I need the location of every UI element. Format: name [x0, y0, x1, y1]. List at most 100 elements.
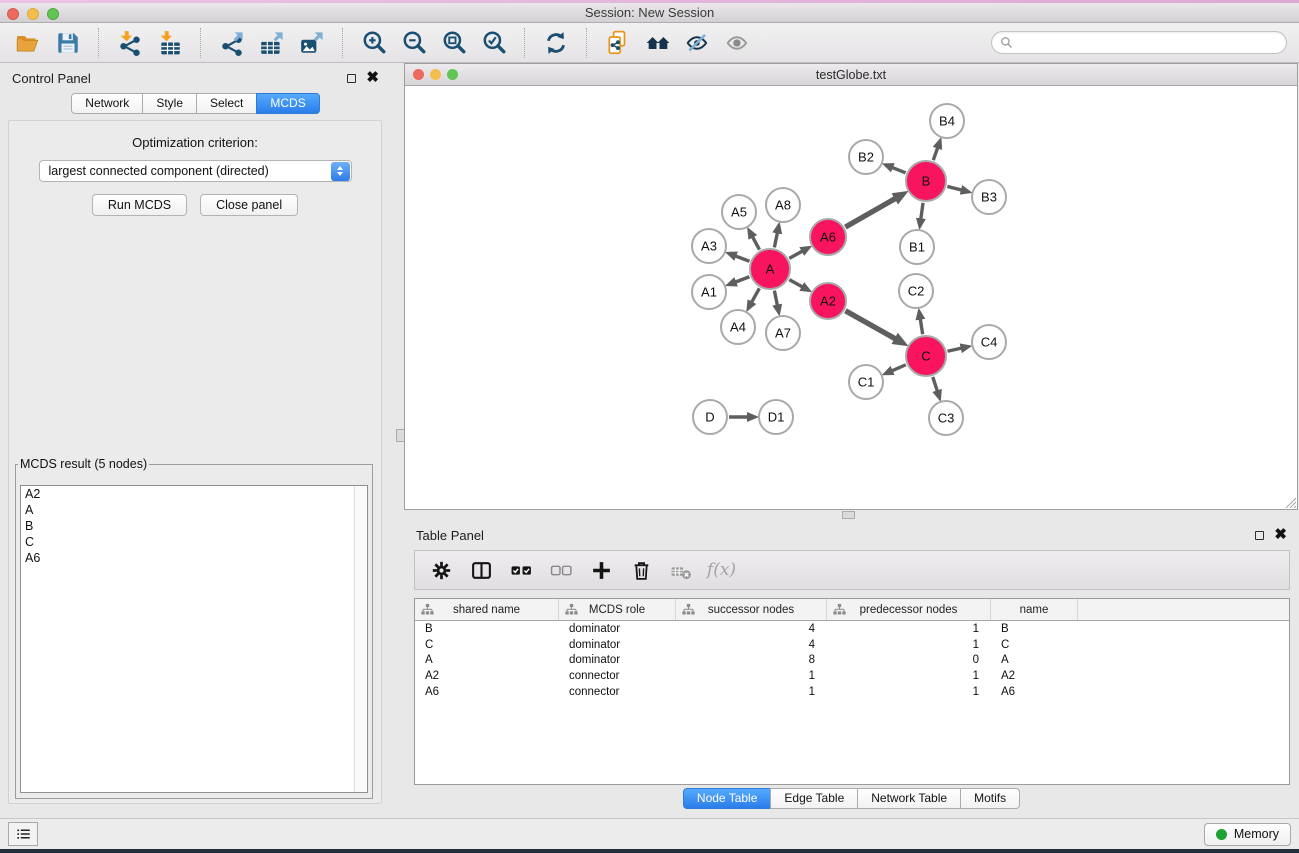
table-row[interactable]: Cdominator41C [415, 637, 1289, 653]
close-panel-button[interactable]: Close panel [200, 194, 298, 216]
edge-B-B1[interactable] [921, 203, 923, 220]
zoom-out-button[interactable] [396, 27, 431, 59]
mcds-result-item[interactable]: B [21, 518, 367, 534]
save-session-button[interactable] [50, 27, 85, 59]
memory-status-icon [1216, 829, 1227, 840]
clone-network-button[interactable] [600, 27, 635, 59]
node-label-B2: B2 [858, 150, 874, 165]
cell: 1 [827, 670, 991, 682]
edge-C-C1[interactable] [891, 365, 906, 372]
column-layout-button[interactable] [463, 553, 500, 587]
optimization-criterion-select[interactable]: largest connected component (directed) [39, 160, 352, 182]
tab-style[interactable]: Style [142, 93, 197, 114]
tab-mcds[interactable]: MCDS [256, 93, 319, 114]
float-table-panel-icon[interactable] [1255, 531, 1264, 540]
delete-table-icon [670, 559, 693, 582]
refresh-network-button[interactable] [538, 27, 573, 59]
control-panel-header: Control Panel ✖ [0, 63, 391, 93]
import-table-button[interactable] [152, 27, 187, 59]
memory-button[interactable]: Memory [1204, 823, 1291, 846]
tab-select[interactable]: Select [196, 93, 257, 114]
network-canvas[interactable]: B4B2BB3A5A8A6A3B1AA1C2A2A4A7C4CC1C3DD1 [405, 87, 1297, 509]
edge-B-B4[interactable] [933, 146, 938, 160]
edge-A2-C[interactable] [845, 311, 896, 340]
edge-A-A6[interactable] [789, 251, 803, 259]
edge-A-A4[interactable] [751, 288, 759, 303]
deselect-all-button[interactable] [543, 553, 580, 587]
edge-C-C4[interactable] [947, 348, 962, 351]
zoom-in-button[interactable] [356, 27, 391, 59]
settings-gear-button[interactable] [423, 553, 460, 587]
task-history-button[interactable] [8, 822, 38, 846]
table-row[interactable]: A2connector11A2 [415, 668, 1289, 684]
cell: A2 [415, 670, 559, 682]
search-input[interactable] [1018, 35, 1278, 51]
tab-node-table[interactable]: Node Table [683, 788, 772, 809]
edge-A-A1[interactable] [734, 277, 749, 283]
toolbar-buttons [10, 27, 991, 59]
memory-label: Memory [1234, 827, 1279, 841]
column-header-shared-name[interactable]: shared name [415, 599, 559, 620]
edge-A-A8[interactable] [774, 231, 777, 247]
close-panel-icon[interactable]: ✖ [366, 73, 379, 83]
float-panel-icon[interactable] [347, 74, 356, 83]
function-builder-button[interactable]: f(x) [703, 553, 740, 587]
mcds-result-item[interactable]: A2 [21, 486, 367, 502]
edge-A-A5[interactable] [752, 236, 760, 250]
column-header-successor-nodes[interactable]: successor nodes [676, 599, 827, 620]
column-header-predecessor-nodes[interactable]: predecessor nodes [827, 599, 991, 620]
export-table-button[interactable] [254, 27, 289, 59]
tab-motifs[interactable]: Motifs [960, 788, 1020, 809]
table-row[interactable]: Adominator80A [415, 653, 1289, 669]
tab-edge-table[interactable]: Edge Table [770, 788, 858, 809]
select-all-button[interactable] [503, 553, 540, 587]
delete-column-button[interactable] [623, 553, 660, 587]
zoom-selected-button[interactable] [476, 27, 511, 59]
table-tabs: Node TableEdge TableNetwork TableMotifs [404, 788, 1299, 809]
result-scrollbar[interactable] [354, 486, 367, 792]
run-mcds-button[interactable]: Run MCDS [92, 194, 187, 216]
node-label-C: C [921, 349, 930, 364]
column-header-name[interactable]: name [991, 599, 1078, 620]
export-network-button[interactable] [214, 27, 249, 59]
add-column-button[interactable] [583, 553, 620, 587]
table-row[interactable]: A6connector11A6 [415, 684, 1289, 700]
hide-details-button[interactable] [680, 27, 715, 59]
double-home-button[interactable] [640, 27, 675, 59]
table-body: Bdominator41BCdominator41CAdominator80AA… [415, 621, 1289, 700]
open-session-button[interactable] [10, 27, 45, 59]
delete-table-button[interactable] [663, 553, 700, 587]
edge-A-A2[interactable] [789, 280, 803, 288]
mcds-result-title: MCDS result (5 nodes) [20, 457, 147, 471]
import-network-button[interactable] [112, 27, 147, 59]
import-table-icon [157, 30, 183, 56]
show-details-button[interactable] [720, 27, 755, 59]
tab-network-table[interactable]: Network Table [857, 788, 961, 809]
edge-B-B2[interactable] [891, 167, 906, 173]
mcds-result-item[interactable]: C [21, 534, 367, 550]
cell: connector [559, 670, 676, 682]
close-table-panel-icon[interactable]: ✖ [1274, 530, 1287, 540]
edge-C-C2[interactable] [920, 318, 923, 335]
open-session-icon [15, 30, 41, 56]
export-image-button[interactable] [294, 27, 329, 59]
tab-network[interactable]: Network [71, 93, 143, 114]
node-label-A5: A5 [731, 205, 747, 220]
edge-A6-B[interactable] [845, 198, 896, 227]
edge-C-C3[interactable] [933, 377, 938, 392]
mcds-result-item[interactable]: A6 [21, 550, 367, 566]
edge-A-A7[interactable] [774, 291, 777, 307]
edge-B-B3[interactable] [947, 186, 963, 190]
desktop-wallpaper-bottom [0, 849, 1299, 853]
mcds-result-item[interactable]: A [21, 502, 367, 518]
horizontal-split-handle[interactable] [842, 511, 855, 519]
resize-grip-icon[interactable] [1283, 495, 1296, 508]
zoom-in-icon [361, 30, 387, 56]
edge-A-A3[interactable] [734, 256, 749, 262]
table-row[interactable]: Bdominator41B [415, 621, 1289, 637]
zoom-fit-button[interactable] [436, 27, 471, 59]
delete-column-icon [630, 559, 653, 582]
control-panel-title: Control Panel [12, 71, 91, 86]
column-header-MCDS-role[interactable]: MCDS role [559, 599, 676, 620]
clone-network-icon [605, 30, 631, 56]
